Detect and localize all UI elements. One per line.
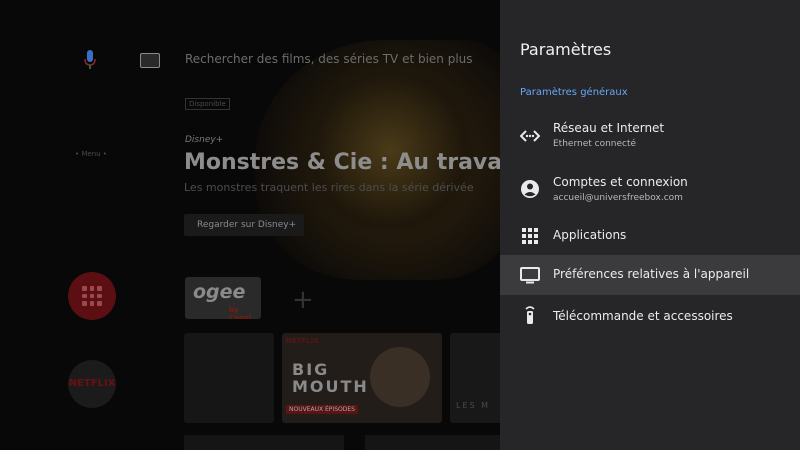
network-icon bbox=[520, 130, 540, 142]
thumbnail-text: LES M bbox=[456, 401, 491, 410]
settings-item-accounts[interactable]: Comptes et connexion accueil@universfree… bbox=[500, 168, 800, 212]
tv-icon bbox=[520, 267, 540, 284]
show-title: BIG MOUTH bbox=[292, 360, 369, 396]
ogee-app-tile[interactable]: ogee by Canal bbox=[185, 277, 261, 319]
content-thumbnail[interactable]: LES M bbox=[450, 333, 500, 423]
add-app-icon[interactable]: + bbox=[292, 285, 314, 315]
thumbnail-artwork bbox=[370, 347, 430, 407]
panel-title: Paramètres bbox=[520, 40, 612, 59]
settings-item-label: Comptes et connexion bbox=[553, 175, 688, 189]
settings-item-remote[interactable]: Télécommande et accessoires bbox=[500, 300, 800, 332]
content-row-partial bbox=[365, 435, 500, 450]
content-thumbnail-big-mouth[interactable]: NETFLIX BIG MOUTH NOUVEAUX ÉPISODES bbox=[282, 333, 442, 423]
menu-label[interactable]: • Menu • bbox=[75, 150, 107, 158]
settings-panel: Paramètres Paramètres généraux Réseau et… bbox=[500, 0, 800, 450]
remote-icon bbox=[525, 306, 535, 324]
settings-item-subtitle: accueil@universfreebox.com bbox=[553, 193, 683, 203]
watch-button[interactable]: Regarder sur Disney+ bbox=[184, 214, 304, 236]
content-thumbnail[interactable] bbox=[184, 333, 274, 423]
microphone-icon[interactable] bbox=[84, 50, 96, 70]
ogee-sub: by Canal bbox=[229, 306, 251, 319]
netflix-app-button[interactable]: NETFLIX bbox=[68, 360, 116, 408]
section-header: Paramètres généraux bbox=[520, 87, 628, 98]
keyboard-icon[interactable] bbox=[140, 53, 160, 68]
settings-item-label: Réseau et Internet bbox=[553, 121, 665, 135]
ogee-logo: ogee bbox=[193, 281, 246, 303]
search-input[interactable]: Rechercher des films, des séries TV et b… bbox=[185, 52, 473, 66]
netflix-tag: NETFLIX bbox=[286, 337, 319, 345]
settings-item-label: Télécommande et accessoires bbox=[553, 309, 733, 323]
settings-item-device-preferences[interactable]: Préférences relatives à l'appareil bbox=[500, 255, 800, 295]
brand-logo: Disney+ bbox=[185, 135, 224, 145]
hero-subtitle: Les monstres traquent les rires dans la … bbox=[184, 181, 474, 194]
settings-item-label: Applications bbox=[553, 228, 627, 242]
settings-item-subtitle: Ethernet connecté bbox=[553, 139, 637, 149]
content-row-partial bbox=[184, 435, 344, 450]
settings-item-label: Préférences relatives à l'appareil bbox=[553, 267, 750, 281]
home-screen-background: Rechercher des films, des séries TV et b… bbox=[0, 0, 500, 450]
episode-badge: NOUVEAUX ÉPISODES bbox=[286, 405, 358, 414]
apps-grid-icon bbox=[522, 228, 538, 244]
apps-grid-icon bbox=[82, 286, 102, 306]
settings-item-network[interactable]: Réseau et Internet Ethernet connecté bbox=[500, 114, 800, 158]
settings-item-applications[interactable]: Applications bbox=[500, 220, 800, 252]
availability-tag: Disponible bbox=[185, 98, 230, 110]
account-icon bbox=[521, 180, 539, 198]
hero-title: Monstres & Cie : Au travail bbox=[184, 150, 500, 175]
